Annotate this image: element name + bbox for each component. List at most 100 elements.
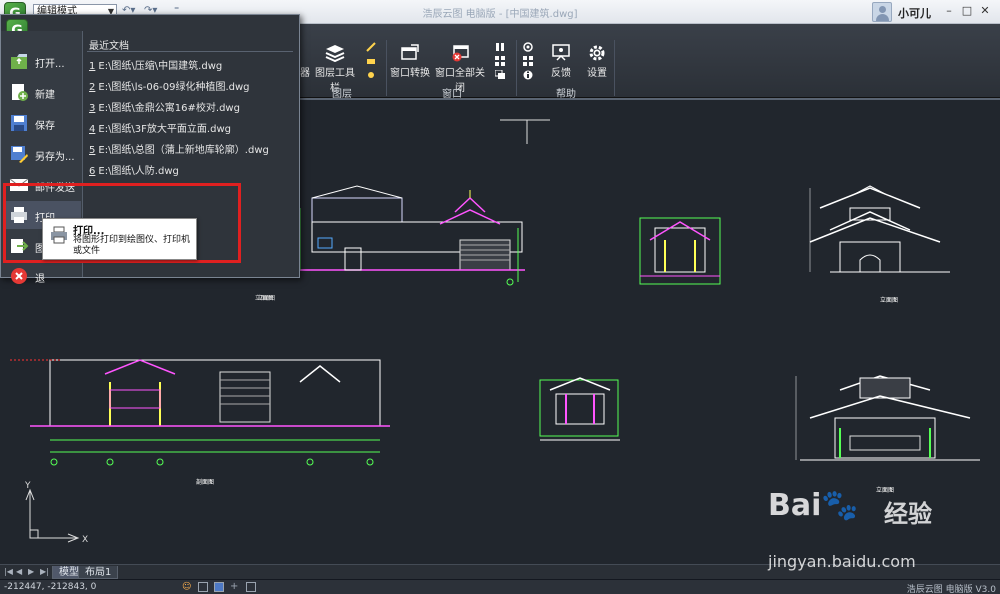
save-icon <box>9 113 29 133</box>
recent-item[interactable]: 3 E:\图纸\金鼎公寓16#校对.dwg <box>89 99 240 114</box>
recent-item[interactable]: 1 E:\图纸\压缩\中国建筑.dwg <box>89 57 222 72</box>
version-label: 浩辰云图 电脑版 V3.0 <box>906 585 996 594</box>
user-status-icon[interactable]: ☺ <box>182 582 192 592</box>
tab-layout1[interactable]: 布局1 <box>78 566 119 579</box>
menu-item-save-as[interactable]: 另存为... <box>3 140 81 168</box>
coordinates-readout: -212447, -212843, 0 <box>4 582 97 592</box>
window-switch-button[interactable]: 窗口转换 <box>390 44 430 79</box>
ucs-axis: Y X <box>24 481 88 545</box>
recent-item-path: E:\图纸\ls-06-09绿化种植图.dwg <box>98 82 250 93</box>
recent-item-number: 5 <box>89 145 96 156</box>
ribbon-separator <box>386 40 387 96</box>
print-tooltip: 打印... 将图形打印到绘图仪、打印机或文件 <box>42 218 197 260</box>
new-icon <box>9 82 29 102</box>
minimize-icon[interactable]: – <box>942 3 956 19</box>
layer-icon <box>300 44 310 62</box>
menu-item-label: 打开... <box>35 59 65 70</box>
baidu-watermark-logo: Bai🐾 <box>768 488 859 523</box>
recent-divider <box>87 51 293 52</box>
caption-2: 立面图 <box>880 297 899 304</box>
pause-icon[interactable] <box>495 42 505 52</box>
settings-label: 设置 <box>587 68 607 79</box>
feedback-button[interactable]: 反馈 <box>544 44 578 79</box>
recent-item-number: 3 <box>89 103 96 114</box>
watermark-brand: Bai <box>768 488 822 523</box>
ribbon-separator <box>614 40 615 96</box>
save-as-icon <box>9 144 29 164</box>
prev-tab-icon[interactable]: ◀ <box>16 567 22 576</box>
layer-partial-label: 器 <box>300 68 310 79</box>
recent-item-path: E:\图纸\人防.dwg <box>98 166 179 177</box>
print-icon <box>49 225 69 245</box>
layer-tool-small-icon-3[interactable] <box>366 70 376 80</box>
menu-item-save[interactable]: 保存 <box>3 109 81 137</box>
menu-item-open[interactable]: 打开... <box>3 47 81 75</box>
gear-icon <box>587 44 607 62</box>
layer-tool-small-icon-2[interactable] <box>366 56 376 66</box>
recent-item-path: E:\图纸\3F放大平面立面.dwg <box>98 124 231 135</box>
app-window: G 编辑模式 ▼ ↶▾ ↷▾ ⁼ 浩辰云图 电脑版 - [中国建筑.dwg] 小… <box>0 0 1000 594</box>
menu-item-label: 新建 <box>35 90 55 101</box>
ortho-icon[interactable]: + <box>230 582 240 592</box>
recent-item-path: E:\图纸\总图（蒲上新地库轮廓）.dwg <box>98 145 269 156</box>
window-switch-icon <box>400 44 420 62</box>
paw-icon: 🐾 <box>821 488 859 523</box>
watermark-url: jingyan.baidu.com <box>768 552 916 571</box>
recent-item-number: 4 <box>89 124 96 135</box>
apps-grid-icon[interactable] <box>523 56 533 66</box>
pagoda-elevation-drawing <box>809 185 950 273</box>
recent-item-number: 1 <box>89 61 96 72</box>
user-name[interactable]: 小可儿 <box>898 5 931 21</box>
caption-1: 立面图 <box>257 295 276 302</box>
user-avatar[interactable] <box>872 2 892 22</box>
tooltip-description: 将图形打印到绘图仪、打印机或文件 <box>73 235 191 256</box>
section-drawing-large <box>10 359 390 466</box>
svg-text:Y: Y <box>24 481 31 491</box>
status-bar: -212447, -212843, 0 ☺ + 浩辰云图 电脑版 V3.0 <box>0 579 1000 594</box>
caption-4: 立面图 <box>876 487 895 494</box>
menu-item-exit[interactable]: 退 <box>3 262 81 290</box>
window-switch-label: 窗口转换 <box>390 68 430 79</box>
menu-item-new[interactable]: 新建 <box>3 78 81 106</box>
watermark-jingyan: 经验 <box>884 500 932 528</box>
last-tab-icon[interactable]: ▶| <box>40 567 49 576</box>
recent-item-number: 2 <box>89 82 96 93</box>
recent-item[interactable]: 2 E:\图纸\ls-06-09绿化种植图.dwg <box>89 78 250 93</box>
section-drawing-small <box>539 377 620 441</box>
close-windows-icon <box>450 44 470 62</box>
menu-item-label: 保存 <box>35 121 55 132</box>
pavilion-elevation-drawing <box>795 375 980 461</box>
osnap-icon[interactable] <box>246 582 256 592</box>
recent-item[interactable]: 5 E:\图纸\总图（蒲上新地库轮廓）.dwg <box>89 141 269 156</box>
layer-tool-small-icon-1[interactable] <box>366 42 376 52</box>
feedback-icon <box>551 44 571 62</box>
recent-item-path: E:\图纸\金鼎公寓16#校对.dwg <box>98 103 240 114</box>
settings-button[interactable]: 设置 <box>582 44 612 79</box>
next-tab-icon[interactable]: ▶ <box>28 567 34 576</box>
recent-item[interactable]: 6 E:\图纸\人防.dwg <box>89 162 179 177</box>
ribbon-separator <box>516 40 517 96</box>
cascade-icon[interactable] <box>494 69 505 80</box>
close-icon[interactable]: ✕ <box>978 3 992 19</box>
exit-icon <box>9 266 29 286</box>
feedback-label: 反馈 <box>551 68 571 79</box>
open-icon <box>9 51 29 71</box>
first-tab-icon[interactable]: |◀ <box>4 567 13 576</box>
caption-3: 剖面图 <box>196 479 215 486</box>
menu-item-label: 退 <box>35 274 45 285</box>
recent-documents-title: 最近文档 <box>89 41 129 52</box>
layer-partial-button[interactable]: 器 <box>298 44 312 79</box>
recent-item[interactable]: 4 E:\图纸\3F放大平面立面.dwg <box>89 120 231 135</box>
recent-item-path: E:\图纸\压缩\中国建筑.dwg <box>98 61 223 72</box>
maximize-icon[interactable]: □ <box>960 3 974 19</box>
grid-icon[interactable] <box>214 582 224 592</box>
help-circle-icon[interactable] <box>523 42 533 52</box>
layers-stack-icon <box>325 44 345 63</box>
recent-item-number: 6 <box>89 166 96 177</box>
tile-icon[interactable] <box>495 56 505 66</box>
snap-icon[interactable] <box>198 582 208 592</box>
elevation-drawing-1 <box>299 185 525 286</box>
section-drawing-2 <box>639 217 721 285</box>
info-icon[interactable] <box>523 70 533 80</box>
svg-text:X: X <box>82 535 88 545</box>
